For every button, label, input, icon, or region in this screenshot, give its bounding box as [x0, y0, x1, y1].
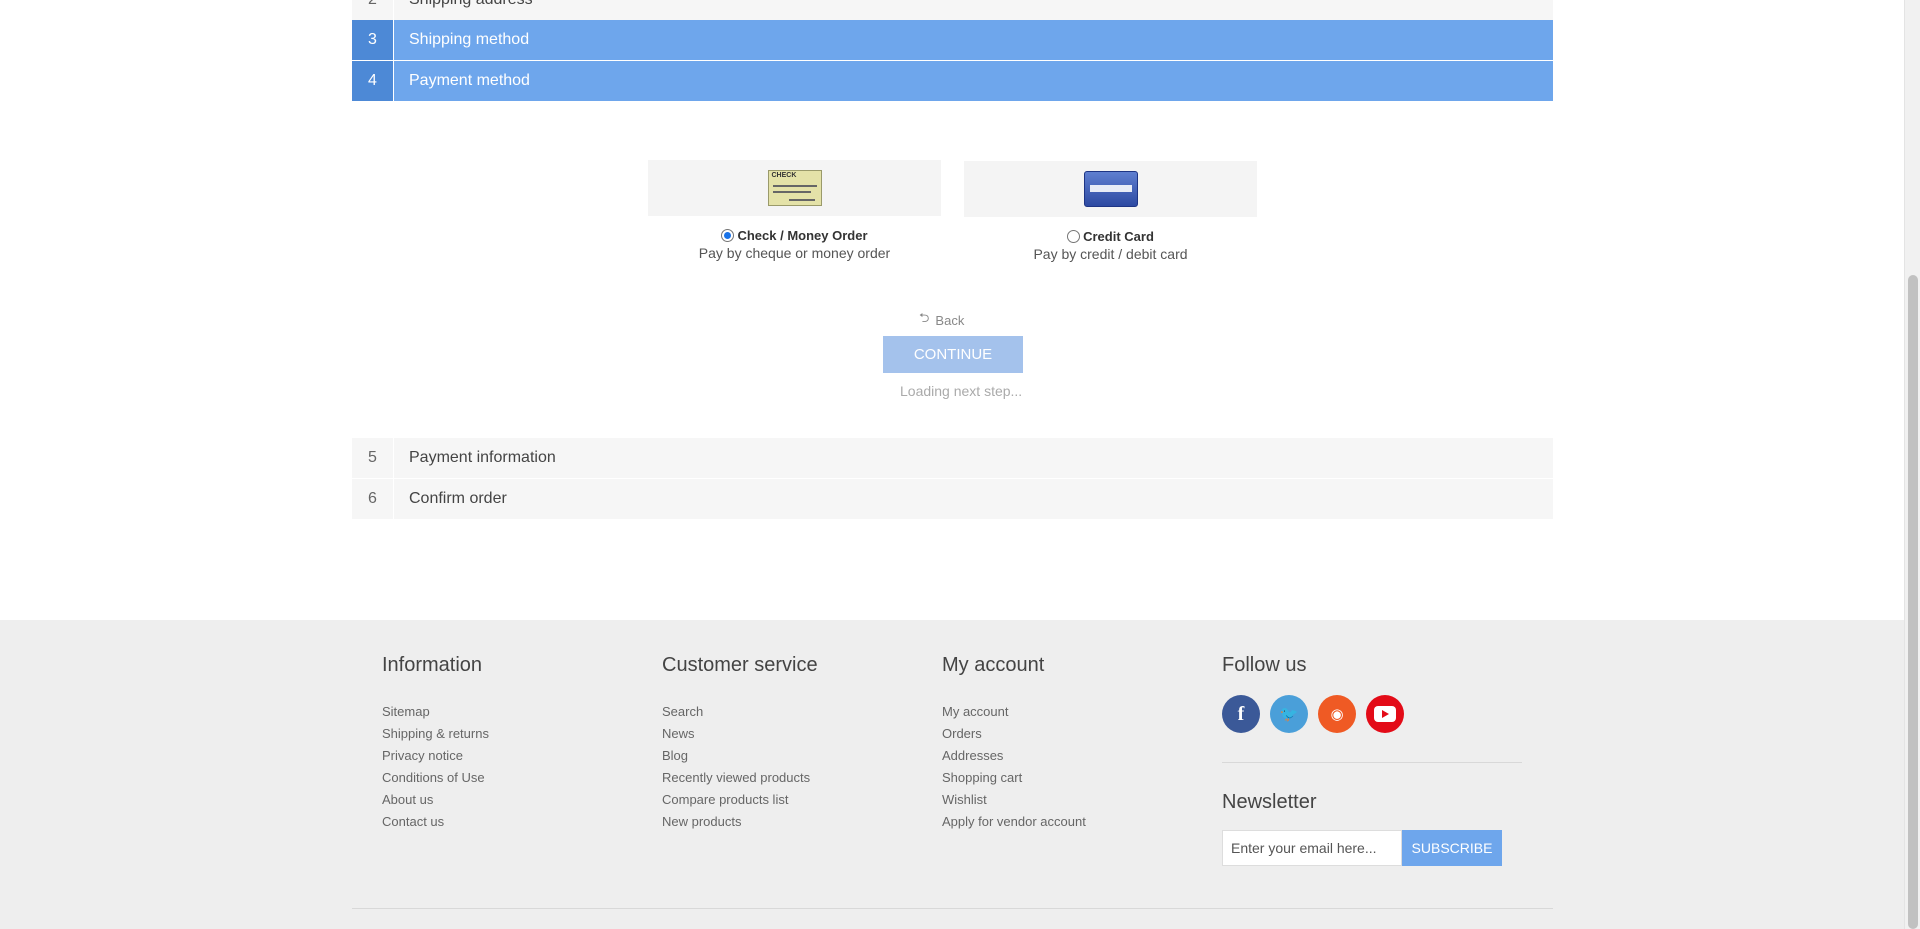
- footer-link[interactable]: Addresses: [942, 748, 1003, 763]
- step-title: Payment method: [409, 72, 530, 89]
- footer-column-title: Follow us: [1222, 654, 1307, 676]
- payment-method-image: CHECK: [648, 160, 941, 216]
- credit-card-image-icon: [1083, 171, 1138, 207]
- footer-information: Information Sitemap Shipping & returns P…: [382, 654, 489, 837]
- continue-button[interactable]: CONTINUE: [883, 336, 1023, 373]
- step-title: Confirm order: [409, 490, 507, 507]
- step-title: Shipping address: [394, 0, 533, 9]
- footer-follow-us: Follow us f 🐦 ◉: [1222, 654, 1404, 733]
- footer-link[interactable]: Privacy notice: [382, 748, 463, 763]
- step-number: 4: [352, 61, 394, 101]
- payment-method-name[interactable]: Credit Card: [1083, 229, 1154, 244]
- step-shipping-address[interactable]: 2 Shipping address: [352, 0, 1553, 20]
- footer: Information Sitemap Shipping & returns P…: [0, 620, 1904, 929]
- footer-divider: [1222, 762, 1522, 763]
- payment-method-credit-card[interactable]: Credit Card Pay by credit / debit card: [964, 161, 1257, 262]
- footer-column-title: My account: [942, 654, 1045, 676]
- scrollbar-thumb[interactable]: [1908, 275, 1918, 929]
- step-number: 5: [352, 438, 394, 478]
- footer-link[interactable]: Sitemap: [382, 704, 430, 719]
- payment-method-check[interactable]: CHECK Check / Money Order Pay by cheque …: [648, 160, 941, 261]
- footer-link[interactable]: Shopping cart: [942, 770, 1022, 785]
- step-shipping-method[interactable]: 3 Shipping method: [352, 20, 1553, 60]
- footer-link[interactable]: Search: [662, 704, 703, 719]
- footer-bottom-divider: [352, 908, 1553, 909]
- youtube-icon[interactable]: [1366, 695, 1404, 733]
- footer-link[interactable]: Compare products list: [662, 792, 788, 807]
- twitter-icon[interactable]: 🐦: [1270, 695, 1308, 733]
- footer-link[interactable]: Conditions of Use: [382, 770, 485, 785]
- payment-method-name[interactable]: Check / Money Order: [737, 228, 867, 243]
- back-arrow-icon: ⮌: [919, 310, 930, 325]
- page-scrollbar[interactable]: [1904, 0, 1920, 929]
- payment-method-description: Pay by credit / debit card: [1033, 246, 1188, 262]
- footer-customer-service: Customer service Search News Blog Recent…: [662, 654, 818, 837]
- checkout-page: 2 Shipping address 3 Shipping method 4 P…: [0, 0, 1904, 929]
- loading-text: Loading next step...: [900, 383, 1023, 399]
- footer-my-account: My account My account Orders Addresses S…: [942, 654, 1086, 837]
- subscribe-button[interactable]: SUBSCRIBE: [1402, 830, 1502, 866]
- footer-link[interactable]: About us: [382, 792, 433, 807]
- footer-link[interactable]: News: [662, 726, 695, 741]
- payment-method-image: [964, 161, 1257, 217]
- step-title: Shipping method: [409, 31, 530, 48]
- footer-link[interactable]: Blog: [662, 748, 688, 763]
- step-payment-information[interactable]: 5 Payment information: [352, 438, 1553, 478]
- rss-icon[interactable]: ◉: [1318, 695, 1356, 733]
- step-number: 3: [352, 20, 394, 60]
- newsletter-email-input[interactable]: [1222, 830, 1402, 866]
- newsletter-title: Newsletter: [1222, 791, 1317, 813]
- footer-link[interactable]: Contact us: [382, 814, 444, 829]
- step-number: 6: [352, 479, 394, 519]
- step-number: 2: [352, 0, 394, 20]
- step-confirm-order[interactable]: 6 Confirm order: [352, 479, 1553, 519]
- facebook-icon[interactable]: f: [1222, 695, 1260, 733]
- step-title: Payment information: [409, 449, 556, 466]
- payment-radio-check[interactable]: [721, 229, 735, 242]
- footer-link[interactable]: Shipping & returns: [382, 726, 489, 741]
- back-label: Back: [935, 312, 965, 328]
- footer-link[interactable]: Orders: [942, 726, 982, 741]
- footer-link[interactable]: New products: [662, 814, 741, 829]
- payment-radio-credit-card[interactable]: [1067, 230, 1081, 243]
- back-link[interactable]: ⮌ Back: [919, 309, 964, 331]
- payment-method-description: Pay by cheque or money order: [698, 245, 891, 261]
- footer-link[interactable]: Wishlist: [942, 792, 987, 807]
- check-image-icon: CHECK: [767, 170, 822, 206]
- step-payment-method[interactable]: 4 Payment method: [352, 61, 1553, 101]
- footer-column-title: Information: [382, 654, 483, 676]
- footer-link[interactable]: Recently viewed products: [662, 770, 810, 785]
- footer-link[interactable]: Apply for vendor account: [942, 814, 1086, 829]
- footer-link[interactable]: My account: [942, 704, 1008, 719]
- footer-column-title: Customer service: [662, 654, 818, 676]
